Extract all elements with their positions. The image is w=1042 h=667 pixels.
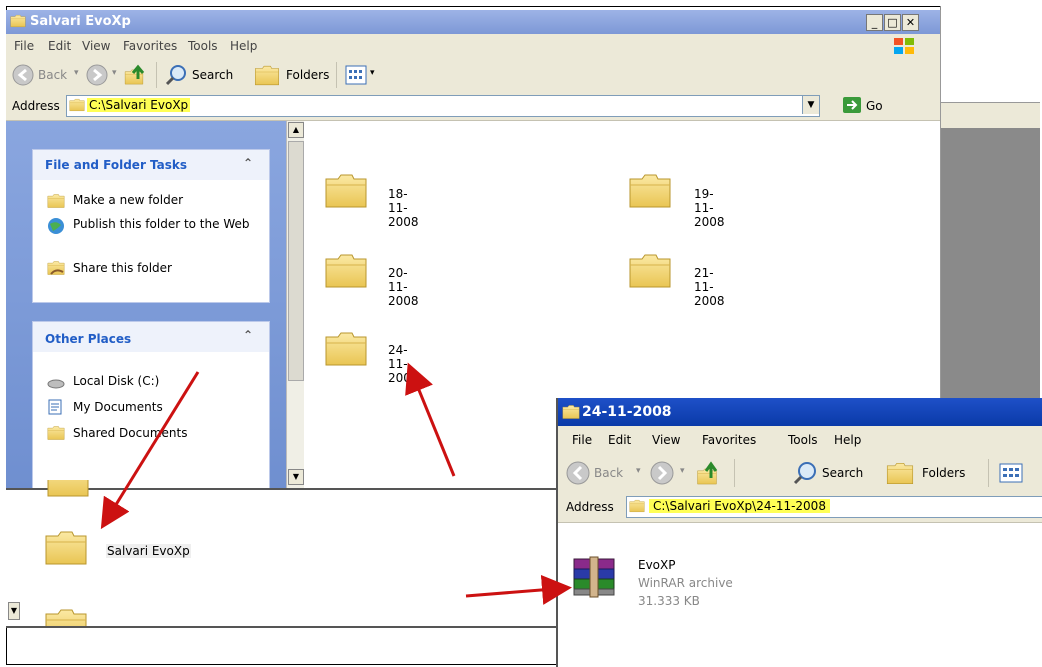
annotation-arrow — [100, 371, 200, 530]
annotation-arrows — [100, 362, 572, 605]
annotation-arrow — [405, 362, 456, 477]
annotation-arrow — [465, 574, 572, 605]
